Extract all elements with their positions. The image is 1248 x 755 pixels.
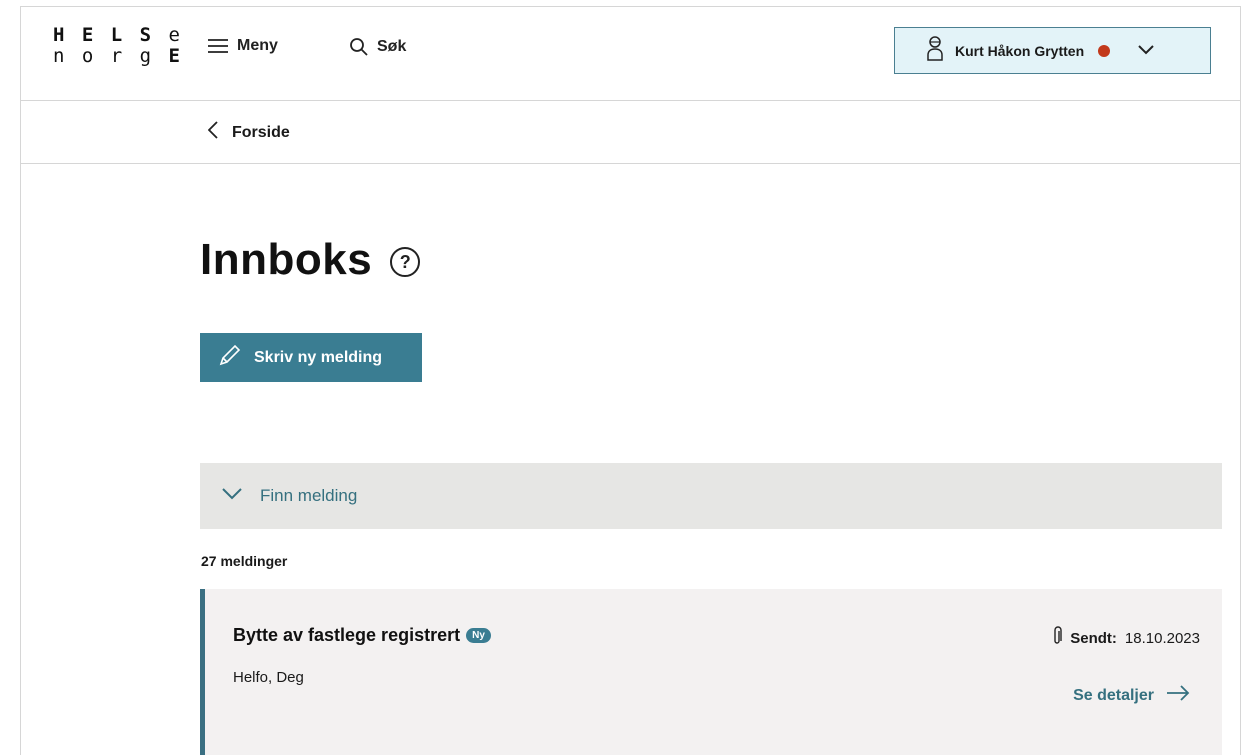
menu-button[interactable]: Meny	[207, 37, 278, 55]
sent-date: 18.10.2023	[1124, 629, 1200, 647]
hamburger-icon	[207, 38, 229, 54]
paperclip-icon	[1052, 626, 1062, 650]
help-symbol: ?	[399, 251, 411, 272]
details-label: Se detaljer	[1073, 686, 1154, 704]
breadcrumb-back-link[interactable]: Forside	[207, 121, 290, 144]
find-message-label: Finn melding	[260, 486, 358, 505]
helsenorge-logo[interactable]: H E L S e n o r g E	[53, 25, 183, 67]
menu-label: Meny	[237, 37, 278, 54]
breadcrumb-label: Forside	[232, 123, 290, 141]
page-title: Innboks	[200, 235, 373, 284]
message-list-item[interactable]: Bytte av fastlege registrert Ny Helfo, D…	[200, 589, 1222, 755]
logo-text: n o r g	[53, 45, 155, 67]
arrow-right-icon	[1166, 685, 1190, 706]
search-icon	[349, 37, 369, 57]
help-icon[interactable]: ?	[390, 247, 421, 277]
new-badge: Ny	[466, 628, 491, 643]
page-title-row: Innboks ?	[200, 235, 421, 285]
logo-text: e	[168, 24, 183, 46]
chevron-left-icon	[207, 121, 218, 144]
user-menu-button[interactable]: Kurt Håkon Grytten	[894, 27, 1211, 74]
breadcrumb-bar: Forside	[21, 101, 1240, 164]
notification-dot	[1098, 44, 1111, 57]
chevron-down-icon	[222, 487, 242, 505]
write-new-message-button[interactable]: Skriv ny melding	[200, 333, 422, 382]
pencil-icon	[218, 343, 242, 372]
user-icon	[925, 35, 945, 66]
find-message-toggle[interactable]: Finn melding	[200, 463, 1222, 529]
sent-label: Sendt:	[1070, 629, 1117, 647]
message-title-row: Bytte av fastlege registrert Ny	[233, 625, 491, 646]
logo-text: H E L S	[53, 24, 155, 46]
chevron-down-icon	[1138, 42, 1154, 60]
see-details-link[interactable]: Se detaljer	[1073, 685, 1190, 706]
search-label: Søk	[377, 38, 407, 55]
search-button[interactable]: Søk	[349, 37, 406, 57]
user-name: Kurt Håkon Grytten	[955, 42, 1085, 59]
message-count: 27 meldinger	[201, 553, 288, 569]
message-sender: Helfo, Deg	[233, 669, 304, 686]
message-sent-info: Sendt: 18.10.2023	[1052, 626, 1200, 650]
write-button-label: Skriv ny melding	[254, 348, 383, 366]
app-frame: H E L S e n o r g E Meny Søk Kurt Håkon …	[20, 6, 1241, 755]
site-header: H E L S e n o r g E Meny Søk Kurt Håkon …	[21, 7, 1240, 101]
message-title: Bytte av fastlege registrert	[233, 625, 461, 645]
logo-text: E	[168, 45, 183, 67]
